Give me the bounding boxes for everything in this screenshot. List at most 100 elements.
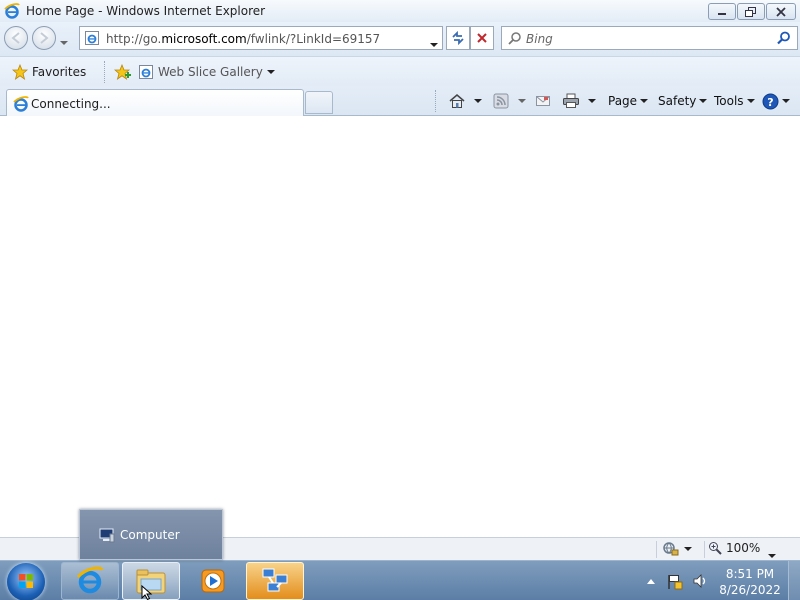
popup-label: Computer: [120, 528, 180, 542]
chevron-down-icon: [640, 99, 649, 103]
ie-logo-icon: [76, 566, 104, 594]
rss-feed-icon: [493, 93, 509, 109]
zoom-icon: [709, 542, 722, 555]
page-menu-label: Page: [608, 94, 638, 108]
mouse-cursor-icon: [141, 585, 153, 600]
back-arrow-icon: [11, 32, 20, 44]
computer-icon: [99, 528, 115, 543]
print-dropdown[interactable]: [588, 91, 596, 111]
network-computers-icon: [262, 568, 288, 592]
chevron-down-icon: [518, 99, 526, 103]
favorites-button[interactable]: Favorites: [6, 61, 92, 83]
stop-x-icon: [477, 33, 487, 43]
add-to-favorites-icon[interactable]: [114, 64, 132, 80]
restore-icon: [745, 6, 756, 17]
mail-icon: [536, 96, 550, 106]
title-bar: Home Page - Windows Internet Explorer: [0, 0, 800, 22]
tools-menu-label: Tools: [714, 94, 744, 108]
feeds-dropdown[interactable]: [518, 91, 526, 111]
taskbar-network-button[interactable]: [246, 562, 304, 600]
tab-label: Connecting...: [31, 97, 111, 111]
address-dropdown[interactable]: [430, 36, 438, 50]
home-icon: [449, 94, 465, 108]
windows-logo-icon: [19, 574, 33, 588]
start-button[interactable]: [7, 563, 45, 600]
ie-logo-icon: [13, 96, 29, 112]
minimize-button[interactable]: [708, 3, 736, 20]
show-desktop-button[interactable]: [788, 561, 800, 600]
address-url[interactable]: http://go.microsoft.com/fwlink/?LinkId=6…: [106, 32, 380, 46]
show-hidden-icons-icon[interactable]: [646, 577, 656, 585]
search-input-placeholder[interactable]: Bing: [526, 32, 553, 46]
forward-button[interactable]: [32, 26, 56, 50]
navigation-bar: http://go.microsoft.com/fwlink/?LinkId=6…: [0, 22, 800, 56]
web-slice-label: Web Slice Gallery: [158, 65, 263, 79]
media-player-icon: [201, 569, 225, 593]
help-menu[interactable]: ?: [762, 91, 790, 111]
stop-button[interactable]: [470, 26, 494, 50]
window-controls: [708, 3, 796, 20]
chevron-down-icon: [474, 99, 482, 103]
ie-logo-icon: [4, 3, 20, 19]
action-center-flag-icon[interactable]: [666, 573, 684, 591]
forward-arrow-icon: [40, 32, 49, 44]
chevron-down-icon: [266, 70, 275, 74]
web-slice-gallery-link[interactable]: Web Slice Gallery: [138, 61, 275, 83]
close-button[interactable]: [766, 3, 796, 20]
clock-time: 8:51 PM: [725, 567, 775, 581]
chevron-down-icon: [768, 554, 776, 558]
home-button[interactable]: [448, 91, 466, 111]
search-icon[interactable]: [777, 31, 791, 45]
star-icon: [12, 64, 28, 80]
safety-menu-label: Safety: [658, 94, 697, 108]
minimize-icon: [718, 12, 726, 15]
feeds-button[interactable]: [493, 91, 509, 111]
home-dropdown[interactable]: [474, 91, 482, 111]
favorites-label: Favorites: [32, 65, 87, 79]
window-title: Home Page - Windows Internet Explorer: [26, 4, 266, 18]
tab-command-bar: Connecting... Page Safety Tools ?: [0, 86, 800, 116]
zoom-button[interactable]: 100%: [708, 541, 760, 555]
taskbar: 8:51 PM 8/26/2022: [0, 560, 800, 600]
safety-menu[interactable]: Safety: [658, 91, 708, 111]
printer-icon: [563, 93, 579, 108]
tools-menu[interactable]: Tools: [714, 91, 755, 111]
chevron-down-icon: [60, 41, 68, 45]
favorites-bar: Favorites Web Slice Gallery: [0, 56, 800, 86]
print-button[interactable]: [562, 91, 580, 111]
chevron-down-icon: [699, 99, 708, 103]
back-button[interactable]: [4, 26, 28, 50]
new-tab-button[interactable]: [305, 91, 333, 114]
read-mail-button[interactable]: [535, 91, 551, 111]
clock-date: 8/26/2022: [719, 583, 781, 597]
chevron-down-icon: [782, 99, 790, 103]
chevron-down-icon: [430, 43, 438, 47]
system-clock[interactable]: 8:51 PM 8/26/2022: [716, 566, 784, 598]
recent-pages-dropdown[interactable]: [60, 34, 68, 48]
zoom-dropdown[interactable]: [768, 547, 776, 561]
page-icon: [139, 65, 153, 79]
close-icon: [776, 6, 786, 17]
search-box[interactable]: Bing: [501, 26, 798, 50]
svg-text:?: ?: [767, 96, 773, 109]
page-content-area[interactable]: [0, 117, 800, 537]
divider: [104, 61, 106, 83]
divider: [704, 541, 705, 558]
search-provider-icon: [508, 32, 521, 45]
refresh-button[interactable]: [446, 26, 470, 50]
zoom-level: 100%: [726, 541, 761, 555]
taskbar-thumbnail-popup[interactable]: Computer: [79, 509, 223, 560]
taskbar-ie-button[interactable]: [61, 562, 119, 600]
divider: [656, 541, 657, 558]
taskbar-media-player-button[interactable]: [184, 562, 242, 600]
tab-active[interactable]: Connecting...: [6, 89, 304, 116]
chevron-down-icon: [684, 547, 692, 551]
help-icon: ?: [762, 93, 779, 109]
restore-button[interactable]: [737, 3, 765, 20]
refresh-icon: [452, 30, 464, 46]
volume-icon[interactable]: [692, 573, 708, 589]
protected-mode-button[interactable]: [662, 541, 692, 557]
security-zone-icon: [663, 542, 679, 556]
page-menu[interactable]: Page: [608, 91, 649, 111]
address-bar[interactable]: http://go.microsoft.com/fwlink/?LinkId=6…: [79, 26, 443, 50]
